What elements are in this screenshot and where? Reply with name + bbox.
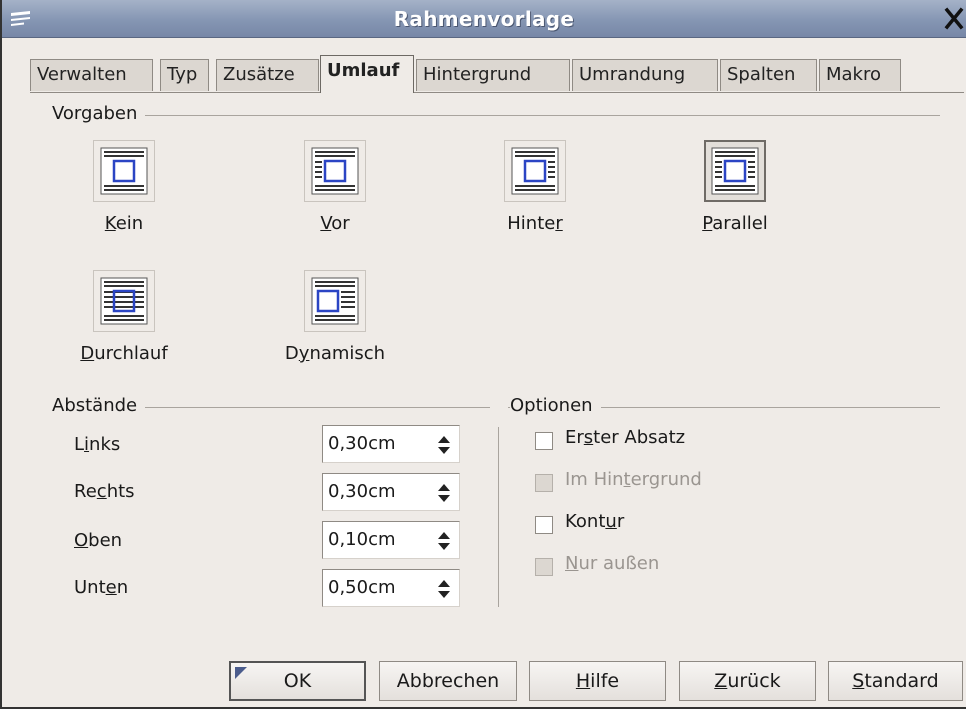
window-title: Rahmenvorlage — [393, 7, 575, 31]
ok-label: OK — [283, 670, 312, 692]
tab-hintergrund[interactable]: Hintergrund — [416, 59, 570, 91]
wrap-before-icon — [311, 147, 359, 195]
tab-umrandung[interactable]: Umrandung — [572, 59, 718, 91]
back-key: Z — [714, 670, 728, 692]
wrap-none-label: Kein — [104, 213, 144, 234]
wrap-dynamic-button[interactable] — [304, 270, 366, 332]
wrap-after-icon — [511, 147, 559, 195]
links-spinbox[interactable]: 0,30cm — [322, 425, 460, 463]
wrap-before-button[interactable] — [304, 140, 366, 202]
ok-button[interactable]: OK — [229, 661, 366, 701]
standard-label: tandard — [864, 670, 939, 692]
im-hintergrund-checkbox — [535, 474, 553, 492]
nur-aussen-checkbox — [535, 558, 553, 576]
spin-arrows-icon[interactable] — [437, 434, 451, 456]
spin-arrows-icon[interactable] — [437, 482, 451, 504]
tab-verwalten[interactable]: Verwalten — [30, 59, 153, 91]
links-label: Links — [74, 434, 121, 455]
unten-label: Unten — [74, 577, 129, 598]
oben-value[interactable]: 0,10cm — [328, 529, 396, 550]
wrap-dynamic-label: Dynamisch — [284, 343, 386, 364]
close-icon[interactable] — [942, 6, 966, 32]
cancel-button[interactable]: Abbrechen — [379, 661, 517, 701]
spin-arrows-icon[interactable] — [437, 578, 451, 600]
help-button[interactable]: Hilfe — [529, 661, 666, 701]
optionen-heading: Optionen — [510, 395, 601, 416]
oben-spinbox[interactable]: 0,10cm — [322, 521, 460, 559]
wrap-parallel-button[interactable] — [704, 140, 766, 202]
rechts-value[interactable]: 0,30cm — [328, 481, 396, 502]
wrap-none-icon — [100, 147, 148, 195]
erster-absatz-label[interactable]: Erster Absatz — [565, 427, 685, 448]
title-bar[interactable]: Rahmenvorlage — [2, 0, 966, 38]
unten-spinbox[interactable]: 0,50cm — [322, 569, 460, 607]
rechts-spinbox[interactable]: 0,30cm — [322, 473, 460, 511]
oben-label: Oben — [74, 530, 123, 551]
kontur-label[interactable]: Kontur — [565, 511, 624, 532]
nur-aussen-label: Nur außen — [565, 553, 660, 574]
vorgaben-heading: Vorgaben — [52, 103, 146, 124]
back-label: urück — [727, 670, 781, 692]
links-value[interactable]: 0,30cm — [328, 433, 396, 454]
tab-panel-border — [30, 92, 964, 93]
tab-umlauf[interactable]: Umlauf — [320, 55, 414, 93]
wrap-after-label: Hinter — [507, 213, 563, 234]
unten-value[interactable]: 0,50cm — [328, 577, 396, 598]
standard-button[interactable]: Standard — [828, 661, 963, 701]
wrap-none-button[interactable] — [93, 140, 155, 202]
wrap-parallel-label: Parallel — [702, 213, 768, 234]
standard-key: S — [852, 670, 865, 692]
wrap-through-label: Durchlauf — [80, 343, 168, 364]
tab-zusaetze[interactable]: Zusätze — [216, 59, 319, 91]
wrap-after-button[interactable] — [504, 140, 566, 202]
erster-absatz-checkbox[interactable] — [535, 432, 553, 450]
tab-makro[interactable]: Makro — [819, 59, 901, 91]
kontur-checkbox[interactable] — [535, 516, 553, 534]
abstaende-heading: Abstände — [52, 395, 146, 416]
spin-arrows-icon[interactable] — [437, 530, 451, 552]
wrap-through-icon — [100, 277, 148, 325]
help-key: H — [575, 670, 591, 692]
back-button[interactable]: Zurück — [679, 661, 816, 701]
wrap-dynamic-icon — [311, 277, 359, 325]
rechts-label: Rechts — [74, 481, 135, 502]
group-separator — [498, 427, 499, 607]
im-hintergrund-label: Im Hintergrund — [565, 469, 702, 490]
tab-spalten[interactable]: Spalten — [720, 59, 817, 91]
help-label: ilfe — [590, 670, 620, 692]
wrap-through-button[interactable] — [93, 270, 155, 332]
tab-typ[interactable]: Typ — [160, 59, 209, 91]
wrap-before-label: Vor — [320, 213, 350, 234]
vorgaben-rule — [54, 115, 940, 116]
default-button-indicator — [235, 667, 247, 679]
dialog-window: Rahmenvorlage Verwalten Typ Zusätze Umla… — [0, 0, 966, 709]
cancel-label: Abbrechen — [396, 670, 500, 692]
wrap-parallel-icon — [711, 147, 759, 195]
